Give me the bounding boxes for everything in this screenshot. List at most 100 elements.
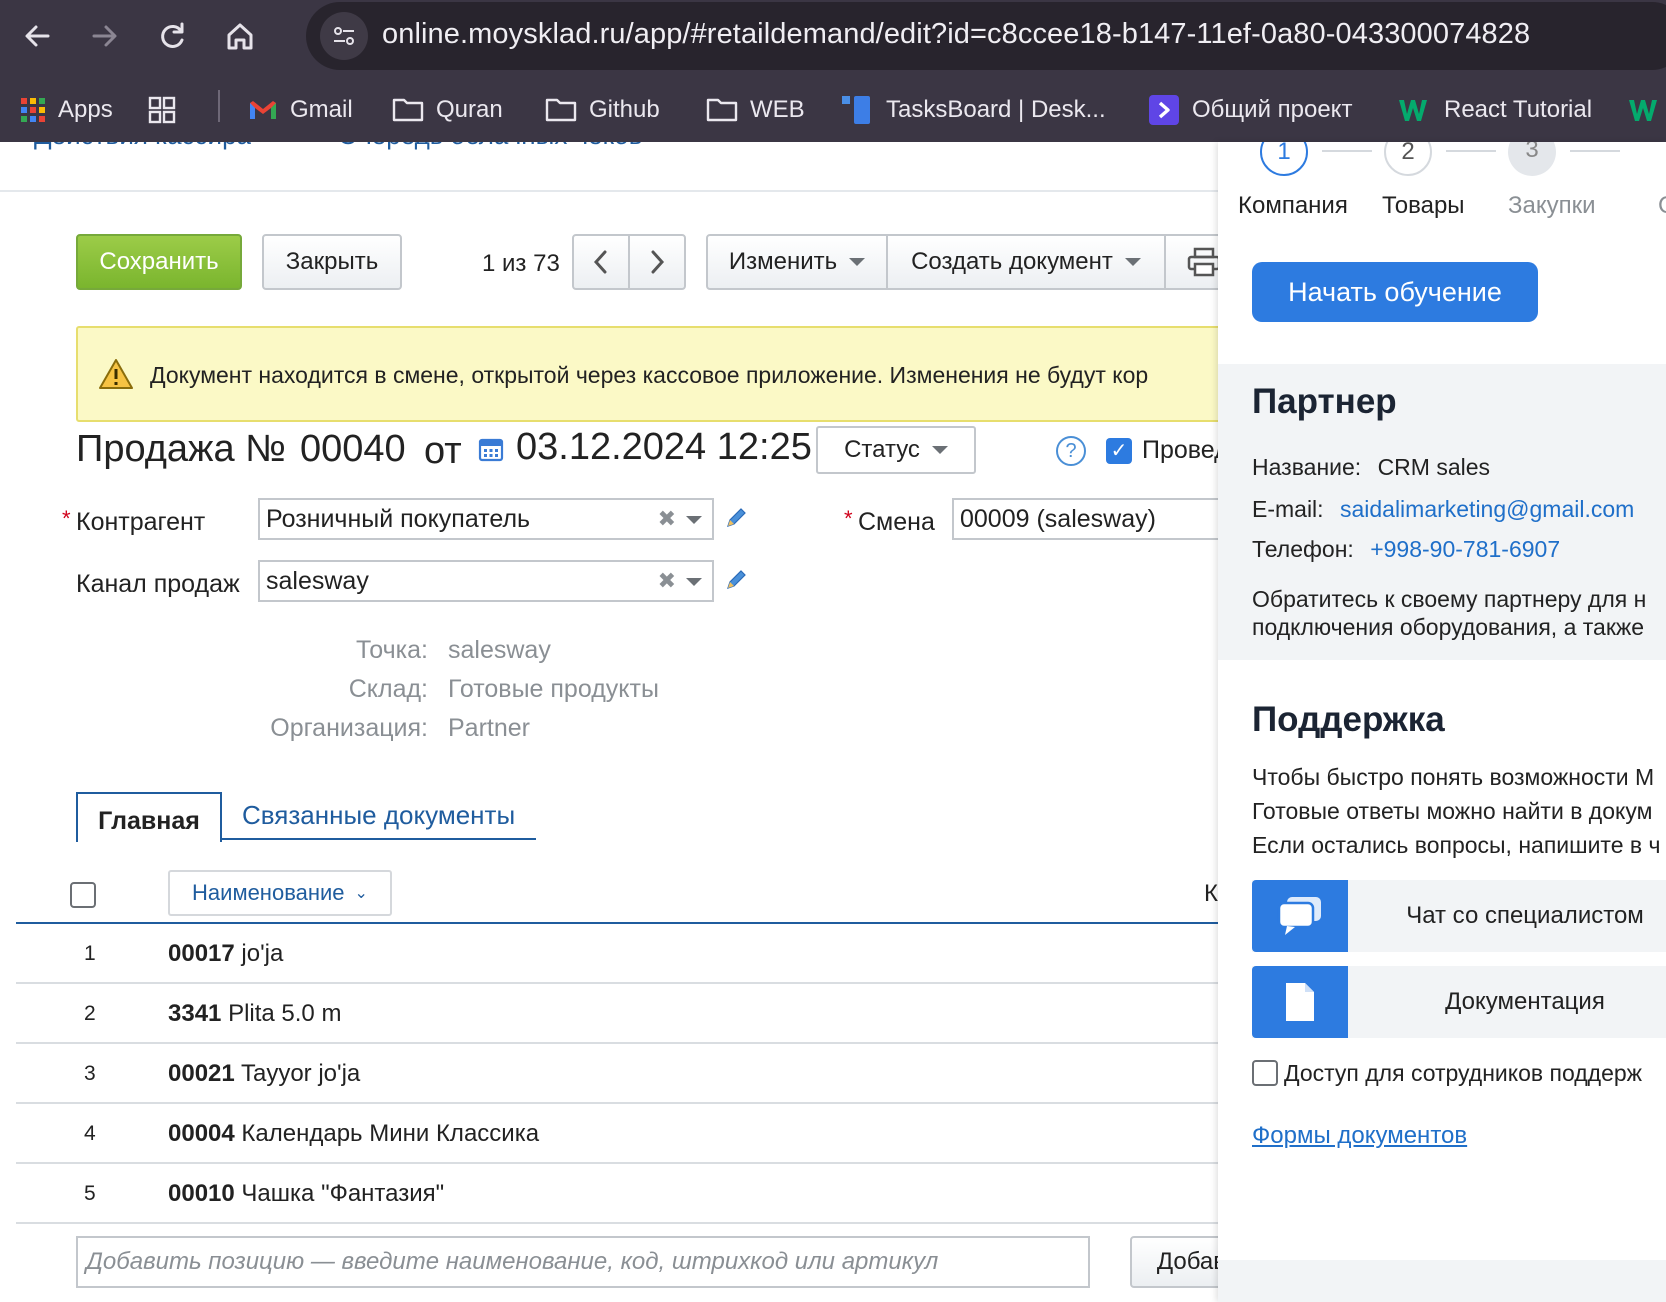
bookmark-label: Github [589, 96, 660, 123]
folder-icon [392, 97, 424, 123]
clear-icon[interactable]: ✖ [658, 500, 676, 538]
close-button[interactable]: Закрыть [262, 234, 402, 290]
shift-label: Смена [858, 508, 935, 536]
chevron-left-icon [593, 250, 607, 274]
document-forms-link[interactable]: Формы документов [1252, 1122, 1467, 1150]
product-code: 00021 [168, 1060, 235, 1087]
partner-phone-link[interactable]: +998-90-781-6907 [1370, 536, 1560, 562]
back-button[interactable] [16, 14, 60, 58]
bookmark-label: Общий проект [1192, 96, 1353, 123]
warehouse-value: Готовые продукты [448, 675, 659, 703]
document-number[interactable]: 00040 [300, 428, 406, 471]
bookmark-github[interactable]: Github [545, 90, 660, 130]
bookmark-quran[interactable]: Quran [392, 90, 503, 130]
site-settings-button[interactable] [320, 12, 368, 60]
table-row[interactable]: 4 00004 Календарь Мини Классика [16, 1104, 1220, 1164]
partner-email-link[interactable]: saidalimarketing@gmail.com [1340, 496, 1634, 522]
partner-name-label: Название: [1252, 454, 1362, 480]
status-dropdown[interactable]: Статус [816, 426, 976, 474]
tab-groups-button[interactable] [148, 90, 188, 130]
tab-related-documents[interactable]: Связанные документы [242, 800, 515, 831]
change-menu-button[interactable]: Изменить [706, 234, 888, 290]
w3schools-icon [1628, 96, 1662, 124]
product-code: 00010 [168, 1180, 235, 1207]
calendar-icon[interactable] [478, 436, 504, 467]
bookmark-tasksboard[interactable]: TasksBoard | Desk... [840, 90, 1106, 130]
chat-with-specialist-button[interactable]: Чат со специалистом [1252, 880, 1666, 952]
partner-email-label: E-mail: [1252, 496, 1324, 522]
edit-sales-channel-pencil-icon[interactable] [724, 568, 748, 597]
organization-value: Partner [448, 714, 530, 742]
tab-cloud-receipts-queue[interactable]: Очередь облачных чеков [338, 142, 643, 151]
name-column-sort-button[interactable]: Наименование ⌄ [168, 870, 392, 916]
k-column-header: К [1204, 880, 1218, 907]
tab-cashier-actions[interactable]: Действия кассира [34, 142, 251, 151]
table-row[interactable]: 3 00021 Tayyor jo'ja [16, 1044, 1220, 1104]
point-label: Точка: [355, 636, 428, 664]
bookmark-gmail[interactable]: Gmail [248, 90, 353, 130]
w3schools-icon [1398, 96, 1432, 124]
table-row[interactable]: 5 00010 Чашка "Фантазия" [16, 1164, 1220, 1224]
table-row[interactable]: 2 3341 Plita 5.0 m [16, 984, 1220, 1044]
sales-channel-value: salesway [266, 567, 369, 595]
product-code: 00004 [168, 1120, 235, 1147]
shift-field[interactable]: 00009 (salesway) [952, 498, 1220, 540]
edit-counterparty-pencil-icon[interactable] [724, 506, 748, 535]
caret-down-icon[interactable] [686, 516, 702, 524]
step-2-circle[interactable]: 2 [1384, 142, 1432, 176]
add-from-catalog-button[interactable]: Добавить из справочника [1130, 1236, 1220, 1288]
create-document-button[interactable]: Создать документ [886, 234, 1166, 290]
step-3-circle[interactable]: 3 [1508, 142, 1556, 176]
warehouse-label: Склад: [348, 675, 428, 703]
tab-main[interactable]: Главная [76, 792, 222, 842]
partner-note-line1: Обратитесь к своему партнеру для н [1252, 586, 1647, 612]
home-button[interactable] [218, 14, 262, 58]
counterparty-label: Контрагент [76, 508, 206, 536]
forward-button[interactable] [82, 14, 126, 58]
caret-down-icon [931, 446, 948, 454]
bookmark-obshchiy-proekt[interactable]: Общий проект [1148, 90, 1352, 130]
previous-button[interactable] [572, 234, 630, 290]
document-date[interactable]: 03.12.2024 12:25 [516, 426, 812, 469]
bookmark-label: WEB [750, 96, 805, 123]
save-button[interactable]: Сохранить [76, 234, 242, 290]
partner-heading: Партнер [1252, 382, 1397, 421]
step-1-circle[interactable]: 1 [1260, 142, 1308, 176]
sales-channel-select[interactable]: salesway ✖ [258, 560, 714, 602]
documentation-button[interactable]: Документация [1252, 966, 1666, 1038]
bookmark-react-tutorial[interactable]: React Tutorial [1398, 90, 1592, 130]
row-number: 1 [84, 942, 96, 965]
status-label: Статус [844, 436, 920, 463]
print-button[interactable] [1164, 234, 1220, 290]
add-position-input[interactable]: Добавить позицию — введите наименование,… [76, 1236, 1090, 1288]
date-from-label: от [424, 430, 462, 472]
next-button[interactable] [628, 234, 686, 290]
sales-channel-label: Канал продаж [76, 570, 240, 598]
help-icon[interactable]: ? [1056, 436, 1086, 466]
clear-icon[interactable]: ✖ [658, 562, 676, 600]
bookmark-web[interactable]: WEB [706, 90, 805, 130]
reload-icon [161, 22, 184, 48]
product-name: Чашка "Фантазия" [241, 1180, 445, 1207]
step-label-company: Компания [1238, 192, 1348, 219]
table-row[interactable]: 1 00017 jo'ja [16, 924, 1220, 984]
reload-button[interactable] [150, 14, 194, 58]
address-bar[interactable]: online.moysklad.ru/app/#retaildemand/edi… [306, 2, 1666, 70]
posted-checkbox[interactable]: ✓ [1106, 438, 1132, 464]
step-label-next: С [1658, 192, 1666, 220]
support-access-checkbox[interactable] [1252, 1060, 1278, 1086]
row-product: 00010 Чашка "Фантазия" [168, 1180, 444, 1208]
caret-down-icon[interactable] [686, 578, 702, 586]
caret-down-icon [1124, 258, 1141, 266]
bookmark-overflow[interactable] [1628, 90, 1666, 130]
select-all-checkbox[interactable] [70, 882, 96, 908]
start-learning-button[interactable]: Начать обучение [1252, 262, 1538, 322]
bookmark-apps[interactable]: Apps [20, 90, 113, 130]
counterparty-select[interactable]: Розничный покупатель ✖ [258, 498, 714, 540]
support-section: Поддержка Чтобы быстро понять возможност… [1218, 660, 1666, 1260]
tab-underline [222, 838, 536, 840]
document-editor: Действия кассира Очередь облачных чеков … [0, 142, 1220, 1302]
tasksboard-icon [840, 94, 874, 126]
partner-phone-row: Телефон: +998-90-781-6907 [1252, 536, 1560, 563]
name-column-label: Наименование [192, 880, 345, 905]
